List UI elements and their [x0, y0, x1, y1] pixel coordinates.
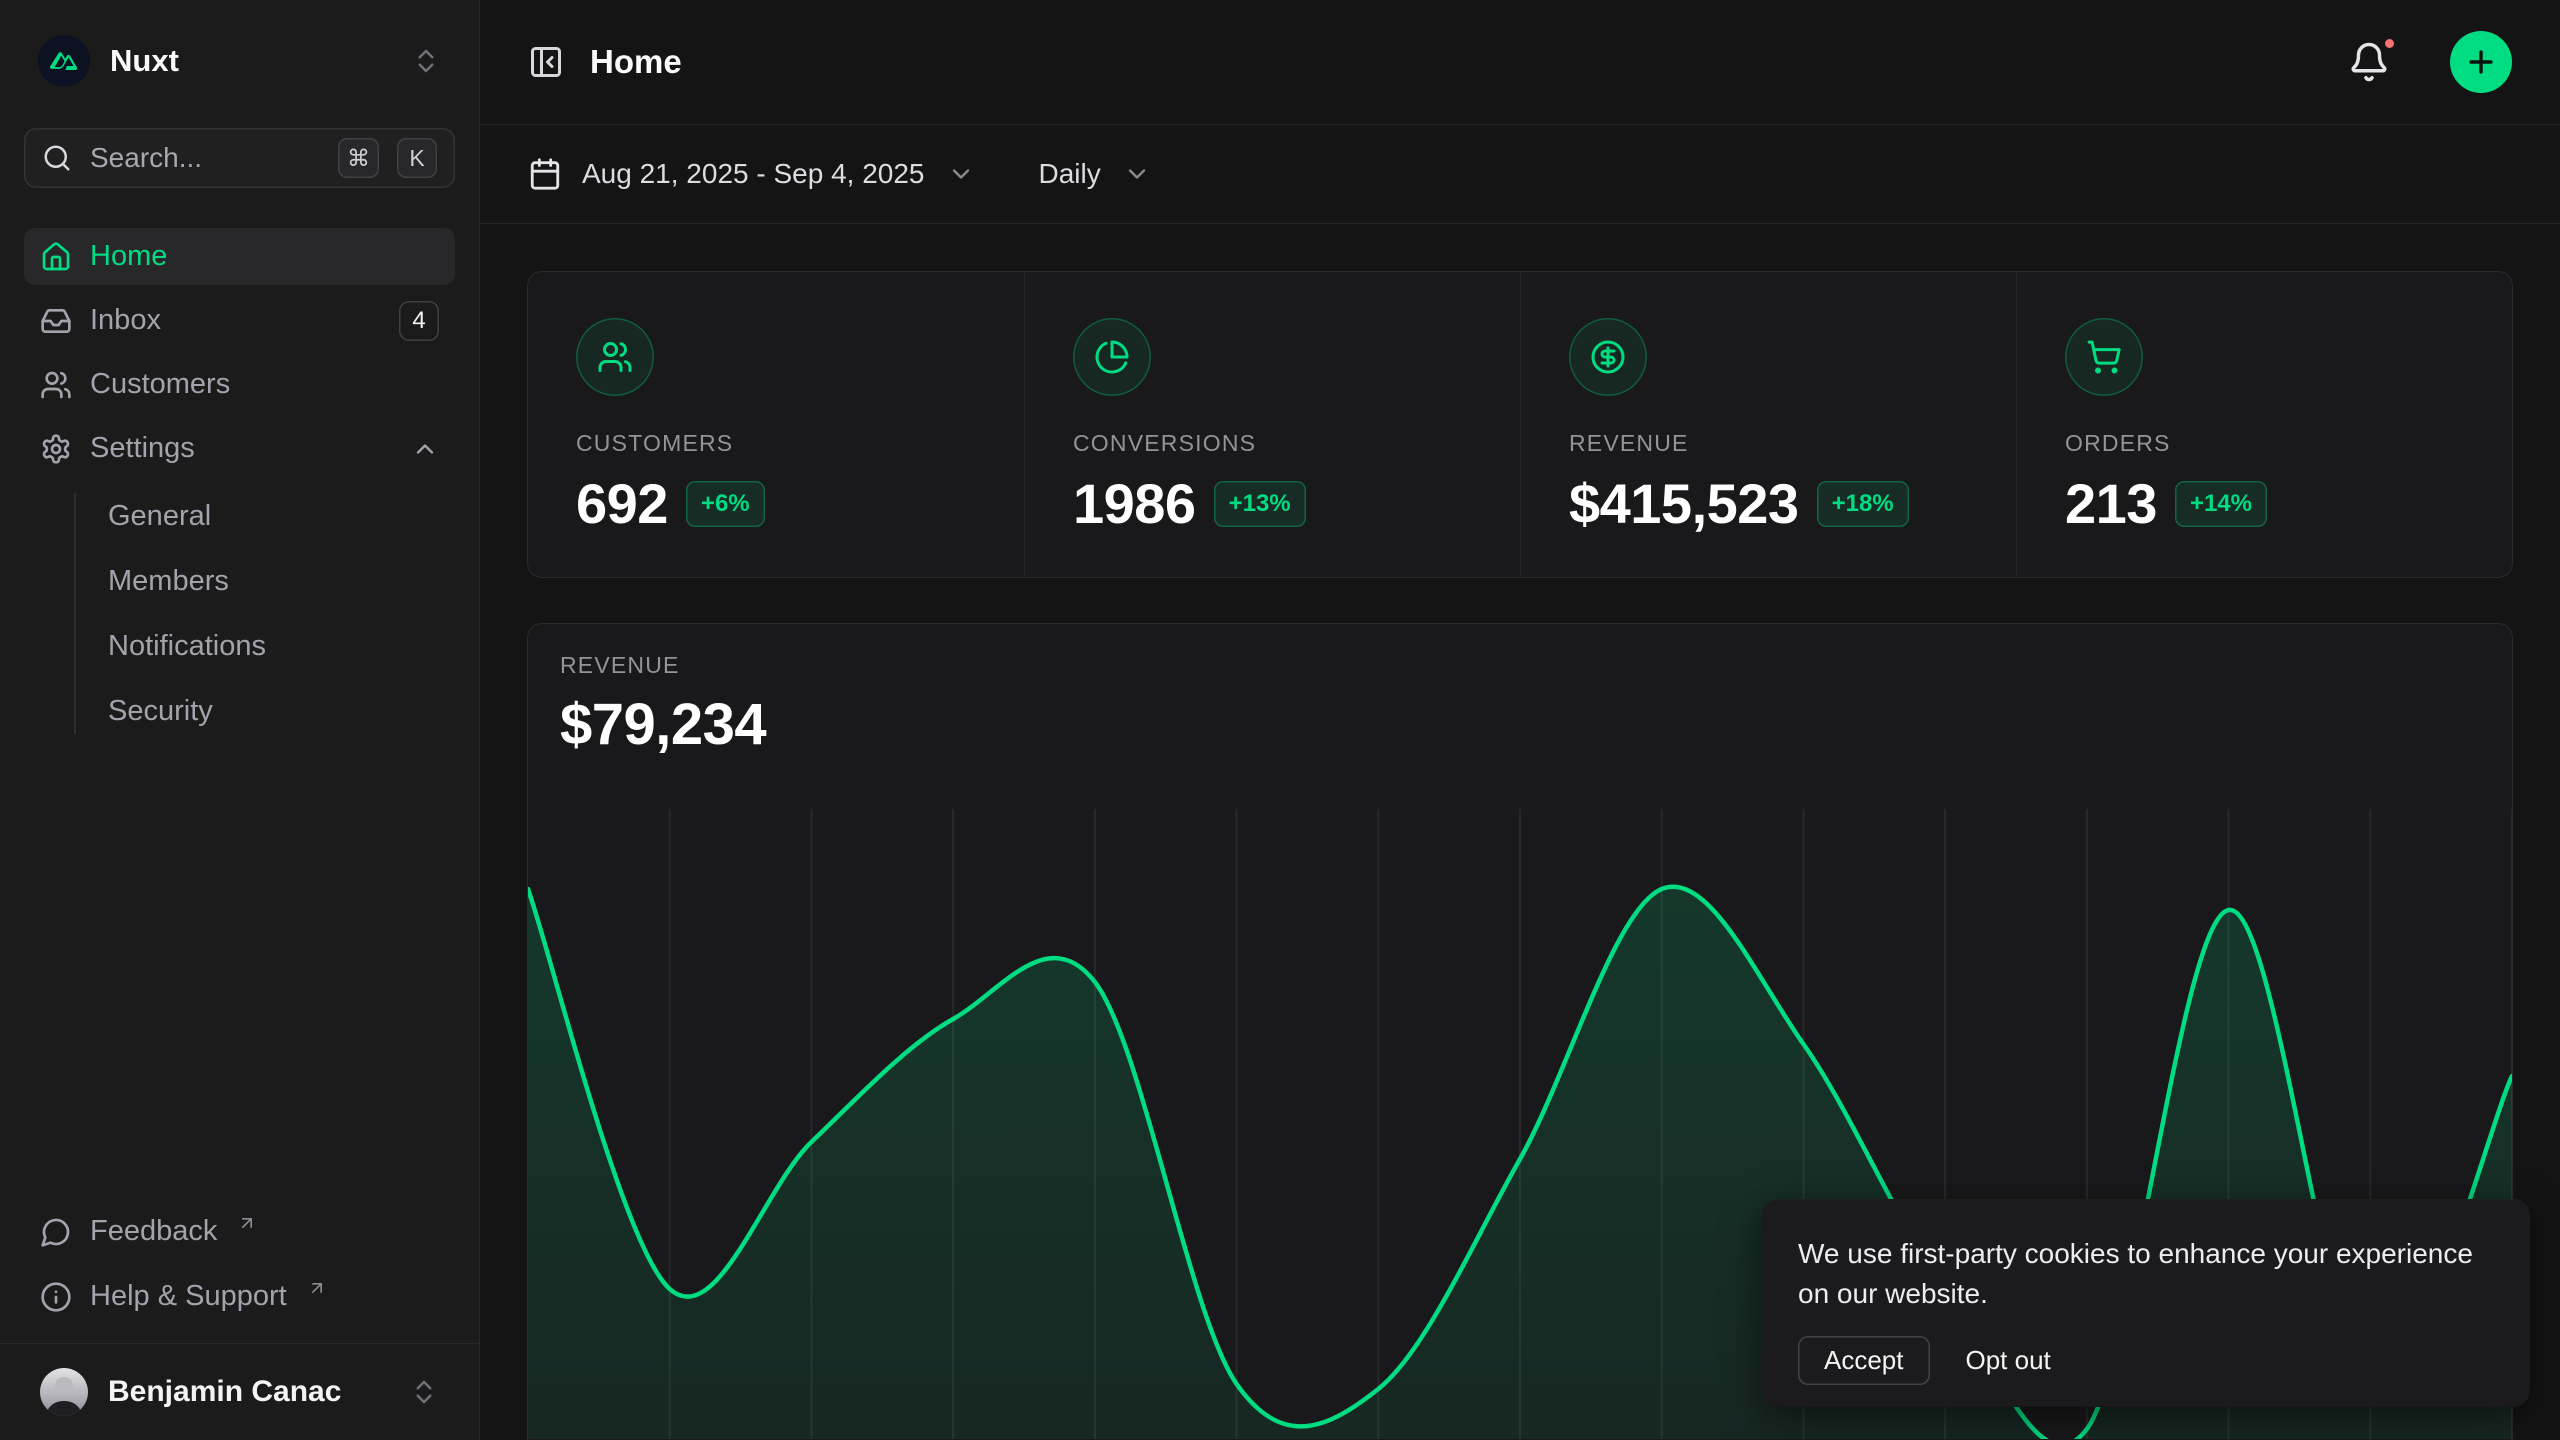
notification-dot [2380, 34, 2399, 53]
chevrons-up-down-icon [409, 1377, 439, 1407]
filters-toolbar: Aug 21, 2025 - Sep 4, 2025 Daily [480, 125, 2560, 224]
kbd-cmd: ⌘ [338, 138, 379, 178]
stat-value: 1986 [1073, 471, 1196, 536]
revenue-chart-label: REVENUE [560, 652, 2480, 679]
chevron-down-icon [947, 160, 975, 188]
settings-submenu: General Members Notifications Security [24, 487, 455, 740]
search-input[interactable]: Search... ⌘ K [24, 128, 455, 188]
chevron-up-icon [411, 435, 439, 463]
search-icon [42, 143, 72, 173]
house-icon [40, 241, 72, 273]
calendar-icon [528, 157, 562, 191]
external-link-arrow-icon [307, 1278, 327, 1298]
inbox-count-badge: 4 [399, 301, 439, 341]
stat-customers: CUSTOMERS 692 +6% [528, 272, 1024, 577]
inbox-icon [40, 305, 72, 337]
sidebar-spacer [24, 740, 455, 1203]
topbar: Home [480, 0, 2560, 125]
stat-label: REVENUE [1569, 430, 1968, 457]
stat-delta-badge: +6% [686, 481, 765, 527]
sidebar-item-feedback[interactable]: Feedback [24, 1203, 455, 1260]
sidebar-nav: Home Inbox 4 Customers Settings General … [24, 228, 455, 740]
opt-out-button[interactable]: Opt out [1956, 1336, 2061, 1385]
stat-value: 692 [576, 471, 668, 536]
stat-delta-badge: +18% [1817, 481, 1909, 527]
stat-delta-badge: +13% [1214, 481, 1306, 527]
sidebar-item-help-support[interactable]: Help & Support [24, 1268, 455, 1325]
revenue-chart-header: REVENUE $79,234 [528, 624, 2512, 758]
users-stat-icon [576, 318, 654, 396]
stat-revenue: REVENUE $415,523 +18% [1520, 272, 2016, 577]
chevrons-up-down-icon [411, 46, 441, 76]
date-range-button[interactable]: Aug 21, 2025 - Sep 4, 2025 [528, 157, 975, 191]
granularity-select[interactable]: Daily [1039, 158, 1151, 190]
cookie-banner: We use first-party cookies to enhance yo… [1762, 1200, 2529, 1406]
dollar-circle-icon [1569, 318, 1647, 396]
panel-left-close-icon [528, 44, 564, 80]
external-link-arrow-icon [237, 1213, 257, 1233]
revenue-chart-value: $79,234 [560, 691, 2480, 758]
sidebar: Nuxt Search... ⌘ K Home Inbox 4 Customer… [0, 0, 480, 1440]
stat-label: CONVERSIONS [1073, 430, 1472, 457]
users-icon [40, 369, 72, 401]
sidebar-footer-nav: Feedback Help & Support [24, 1203, 455, 1343]
stat-orders: ORDERS 213 +14% [2016, 272, 2512, 577]
shopping-cart-icon [2065, 318, 2143, 396]
stat-value: $415,523 [1569, 471, 1799, 536]
sidebar-item-inbox[interactable]: Inbox 4 [24, 292, 455, 349]
sidebar-item-home[interactable]: Home [24, 228, 455, 285]
sidebar-item-members[interactable]: Members [24, 552, 455, 610]
stat-conversions: CONVERSIONS 1986 +13% [1024, 272, 1520, 577]
sidebar-item-notifications[interactable]: Notifications [24, 617, 455, 675]
page-title: Home [590, 43, 2322, 81]
nuxt-logo-icon [38, 35, 90, 87]
stats-card: CUSTOMERS 692 +6% CONVERSIONS 1986 +13% [528, 272, 2512, 577]
stat-delta-badge: +14% [2175, 481, 2267, 527]
stat-label: ORDERS [2065, 430, 2464, 457]
team-switcher[interactable]: Nuxt [24, 18, 455, 104]
accept-button[interactable]: Accept [1798, 1336, 1930, 1385]
message-circle-icon [40, 1216, 72, 1248]
avatar [40, 1368, 88, 1416]
sidebar-collapse-button[interactable] [528, 44, 564, 80]
stat-value: 213 [2065, 471, 2157, 536]
stat-label: CUSTOMERS [576, 430, 976, 457]
submenu-guide-line [74, 493, 76, 734]
chevron-down-icon [1123, 160, 1151, 188]
user-name: Benjamin Canac [108, 1375, 389, 1409]
search-placeholder: Search... [90, 142, 320, 174]
sidebar-item-general[interactable]: General [24, 487, 455, 545]
user-menu[interactable]: Benjamin Canac [0, 1343, 479, 1440]
sidebar-item-customers[interactable]: Customers [24, 356, 455, 413]
cookie-message: We use first-party cookies to enhance yo… [1798, 1234, 2493, 1314]
info-circle-icon [40, 1281, 72, 1313]
pie-chart-icon [1073, 318, 1151, 396]
plus-icon [2464, 45, 2498, 79]
kbd-k: K [397, 138, 437, 178]
team-name: Nuxt [110, 43, 391, 79]
gear-icon [40, 433, 72, 465]
sidebar-item-settings[interactable]: Settings [24, 420, 455, 477]
add-button[interactable] [2450, 31, 2512, 93]
sidebar-item-security[interactable]: Security [24, 682, 455, 740]
